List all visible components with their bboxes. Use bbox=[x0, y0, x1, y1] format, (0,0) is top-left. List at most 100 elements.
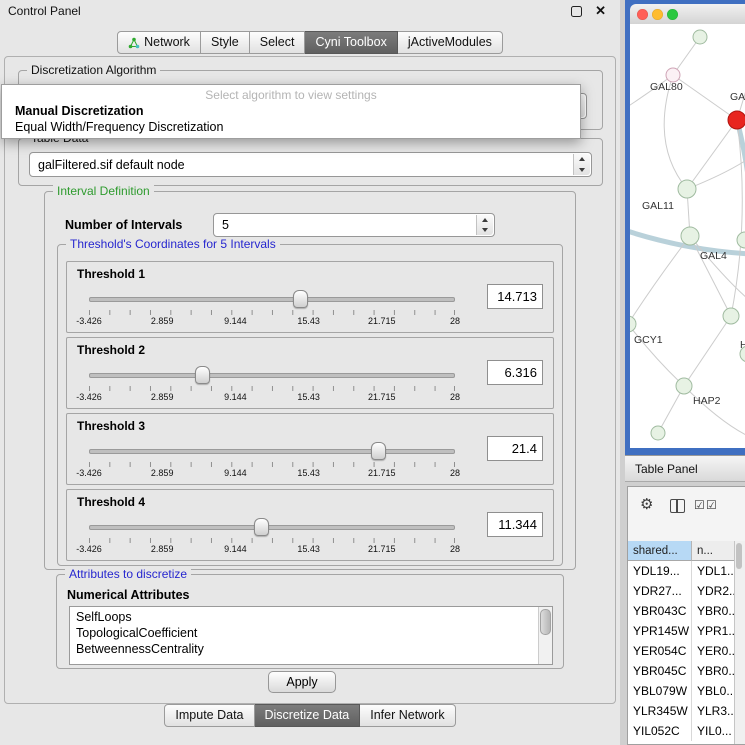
mac-close-icon[interactable] bbox=[637, 9, 648, 20]
threshold-value-box[interactable]: 6.316 bbox=[487, 360, 543, 385]
checkbox-icon[interactable]: ☑ bbox=[694, 498, 705, 512]
network-node[interactable] bbox=[676, 378, 692, 394]
threshold-label: Threshold 2 bbox=[77, 343, 145, 357]
mac-zoom-icon[interactable] bbox=[667, 9, 678, 20]
slider-thumb[interactable] bbox=[293, 290, 308, 308]
node-label: GAL80 bbox=[650, 81, 683, 93]
algorithm-dropdown-popup: Select algorithm to view settings Manual… bbox=[1, 84, 581, 139]
attributes-group: Attributes to discretize Numerical Attri… bbox=[56, 574, 564, 669]
tab-discretize-data[interactable]: Discretize Data bbox=[255, 704, 361, 727]
attribute-list-item[interactable]: TopologicalCoefficient bbox=[76, 625, 552, 641]
table-row[interactable]: YPR145WYPR1... bbox=[628, 621, 735, 641]
attributes-group-title: Attributes to discretize bbox=[65, 567, 191, 581]
network-edge[interactable] bbox=[731, 120, 742, 316]
table-cell: YBL079W bbox=[628, 681, 692, 701]
combo-stepper-icon[interactable] bbox=[476, 215, 493, 235]
network-node[interactable] bbox=[651, 426, 665, 440]
attribute-list-item[interactable]: SelfLoops bbox=[76, 609, 552, 625]
table-cell: YBR0... bbox=[692, 601, 735, 621]
float-window-icon[interactable] bbox=[571, 6, 582, 17]
network-node[interactable] bbox=[678, 180, 696, 198]
close-icon[interactable]: ✕ bbox=[595, 3, 606, 19]
table-scrollbar[interactable] bbox=[734, 541, 745, 744]
threshold-value-box[interactable]: 11.344 bbox=[487, 512, 543, 537]
network-icon bbox=[128, 37, 140, 49]
table-row[interactable]: YER054CYER0... bbox=[628, 641, 735, 661]
network-edge[interactable] bbox=[684, 386, 745, 436]
table-row[interactable]: YLR345WYLR3... bbox=[628, 701, 735, 721]
scale-label: 28 bbox=[450, 544, 460, 554]
table-cell: YDL19... bbox=[628, 561, 692, 581]
scrollbar-thumb[interactable] bbox=[736, 543, 742, 569]
tab-cyni-toolbox[interactable]: Cyni Toolbox bbox=[305, 31, 397, 54]
network-node[interactable] bbox=[693, 30, 707, 44]
slider-thumb[interactable] bbox=[371, 442, 386, 460]
network-node[interactable] bbox=[681, 227, 699, 245]
slider-scale: -3.4262.8599.14415.4321.71528 bbox=[89, 392, 455, 402]
attribute-list-item[interactable]: BetweennessCentrality bbox=[76, 641, 552, 657]
threshold-slider[interactable]: -3.4262.8599.14415.4321.71528 bbox=[89, 516, 455, 556]
slider-scale: -3.4262.8599.14415.4321.71528 bbox=[89, 544, 455, 554]
threshold-value-box[interactable]: 21.4 bbox=[487, 436, 543, 461]
table-row[interactable]: YIL052CYIL0... bbox=[628, 721, 735, 741]
threshold-slider[interactable]: -3.4262.8599.14415.4321.71528 bbox=[89, 440, 455, 480]
node-label: H bbox=[740, 339, 745, 351]
network-edge[interactable] bbox=[687, 159, 745, 189]
threshold-slider[interactable]: -3.4262.8599.14415.4321.71528 bbox=[89, 364, 455, 404]
network-graph[interactable]: GAL80GAL8GAL11GAL4GCY1HAP2H bbox=[630, 24, 745, 448]
slider-thumb[interactable] bbox=[254, 518, 269, 536]
threshold-value-box[interactable]: 14.713 bbox=[487, 284, 543, 309]
dropdown-option[interactable]: Manual Discretization bbox=[2, 103, 580, 119]
network-node[interactable] bbox=[723, 308, 739, 324]
network-node[interactable] bbox=[728, 111, 745, 129]
gear-icon[interactable]: ⚙ bbox=[640, 495, 653, 513]
column-header[interactable]: n... bbox=[692, 541, 735, 561]
tab-label: Style bbox=[211, 32, 239, 53]
threshold-slider[interactable]: -3.4262.8599.14415.4321.71528 bbox=[89, 288, 455, 328]
tab-infer-network[interactable]: Infer Network bbox=[360, 704, 455, 727]
slider-track[interactable] bbox=[89, 373, 455, 378]
tab-network[interactable]: Network bbox=[117, 31, 201, 54]
threshold-label: Threshold 4 bbox=[77, 495, 145, 509]
table-cell: YBR045C bbox=[628, 661, 692, 681]
column-header[interactable]: shared... bbox=[628, 541, 692, 561]
tab-jactivemodules[interactable]: jActiveModules bbox=[398, 31, 503, 54]
checkbox-icon[interactable]: ☑ bbox=[706, 498, 717, 512]
slider-ticks bbox=[89, 310, 455, 315]
list-scrollbar[interactable] bbox=[538, 607, 552, 664]
table-cell: YPR1... bbox=[692, 621, 735, 641]
slider-thumb[interactable] bbox=[195, 366, 210, 384]
scrollbar-thumb[interactable] bbox=[540, 609, 551, 635]
slider-track[interactable] bbox=[89, 449, 455, 454]
network-canvas[interactable]: GAL80GAL8GAL11GAL4GCY1HAP2H bbox=[630, 24, 745, 448]
dropdown-option[interactable]: Equal Width/Frequency Discretization bbox=[2, 119, 580, 135]
threshold-label: Threshold 1 bbox=[77, 267, 145, 281]
network-node[interactable] bbox=[737, 232, 745, 248]
tab-style[interactable]: Style bbox=[201, 31, 250, 54]
table-row[interactable]: YDR27...YDR2... bbox=[628, 581, 735, 601]
apply-button[interactable]: Apply bbox=[268, 671, 336, 693]
table-row[interactable]: YBR045CYBR0... bbox=[628, 661, 735, 681]
table-row[interactable]: YBR043CYBR0... bbox=[628, 601, 735, 621]
network-node[interactable] bbox=[666, 68, 680, 82]
table-row[interactable]: YBL079WYBL0... bbox=[628, 681, 735, 701]
dropdown-placeholder: Select algorithm to view settings bbox=[2, 85, 580, 103]
network-edge[interactable] bbox=[630, 236, 690, 324]
slider-track[interactable] bbox=[89, 525, 455, 530]
attributes-list[interactable]: SelfLoopsTopologicalCoefficientBetweenne… bbox=[69, 606, 553, 665]
tab-impute-data[interactable]: Impute Data bbox=[164, 704, 254, 727]
network-edge[interactable] bbox=[684, 316, 731, 386]
mac-minimize-icon[interactable] bbox=[652, 9, 663, 20]
number-of-intervals-combobox[interactable]: 5 bbox=[213, 213, 495, 237]
scale-label: 28 bbox=[450, 316, 460, 326]
network-node[interactable] bbox=[630, 316, 636, 332]
slider-track[interactable] bbox=[89, 297, 455, 302]
table-row[interactable]: YDL19...YDL1... bbox=[628, 561, 735, 581]
columns-icon[interactable] bbox=[670, 499, 685, 513]
tab-select[interactable]: Select bbox=[250, 31, 306, 54]
table-data-combobox[interactable]: galFiltered.sif default node bbox=[29, 152, 592, 177]
scale-label: 2.859 bbox=[151, 392, 174, 402]
control-panel: Control Panel ✕ NetworkStyleSelectCyni T… bbox=[0, 0, 620, 745]
combo-stepper-icon[interactable] bbox=[573, 154, 590, 175]
scale-label: 15.43 bbox=[297, 392, 320, 402]
